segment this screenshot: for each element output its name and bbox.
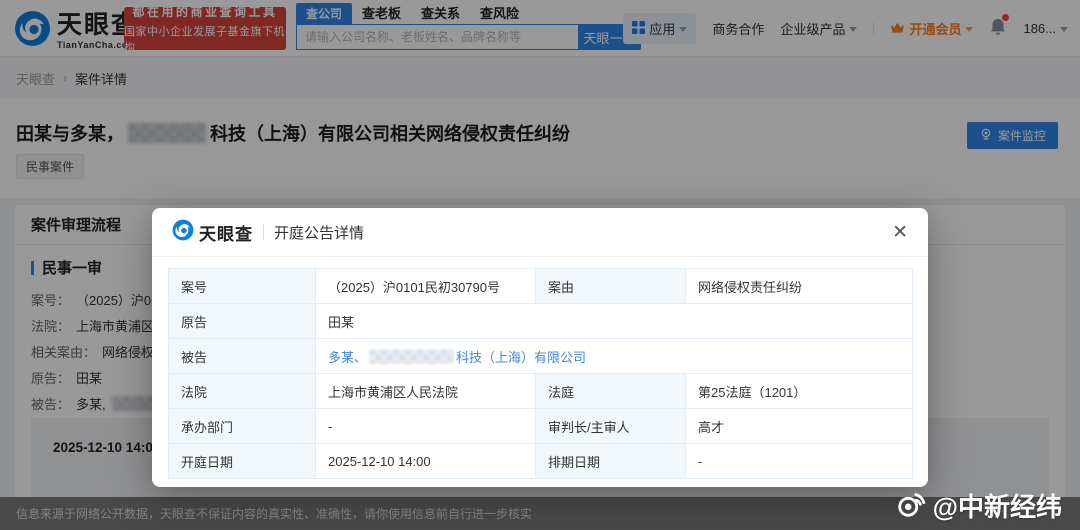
cell-label: 法庭 [536,374,686,409]
watermark-handle: @中新经纬 [933,487,1062,524]
hearing-detail-table: 案号 （2025）沪0101民初30790号 案由 网络侵权责任纠纷 原告 田某… [168,268,913,479]
redacted-company-name [369,349,454,364]
cell-label: 法院 [169,374,316,409]
table-row: 原告 田某 [169,304,913,339]
table-row: 法院 上海市黄浦区人民法院 法庭 第25法庭（1201） [169,374,913,409]
cell-label: 排期日期 [536,444,686,479]
cell-value: 高才 [686,409,913,444]
cell-value: 田某 [316,304,913,339]
defendant-company-link[interactable]: 多某、 科技（上海）有限公司 [328,347,586,366]
modal-header: 天眼查 开庭公告详情 ✕ [152,208,928,257]
hearing-detail-modal: 天眼查 开庭公告详情 ✕ 案号 （2025）沪0101民初30790号 案由 网… [152,208,928,487]
cell-label: 审判长/主审人 [536,409,686,444]
page: 天眼查 TianYanCha.com 都在用的商业查询工具 国家中小企业发展子基… [0,0,1080,530]
cell-value: （2025）沪0101民初30790号 [316,269,536,304]
table-row: 承办部门 - 审判长/主审人 高才 [169,409,913,444]
table-row: 案号 （2025）沪0101民初30790号 案由 网络侵权责任纠纷 [169,269,913,304]
cell-value-defendant: 多某、 科技（上海）有限公司 [316,339,913,374]
table-row: 被告 多某、 科技（上海）有限公司 [169,339,913,374]
cell-label: 案号 [169,269,316,304]
cell-value: - [686,444,913,479]
weibo-watermark: @中新经纬 [895,486,1062,525]
tianyancha-logo-icon [172,219,194,246]
modal-brand-name: 天眼查 [199,220,253,245]
modal-title: 开庭公告详情 [274,222,364,243]
cell-label: 原告 [169,304,316,339]
cell-label: 被告 [169,339,316,374]
close-icon[interactable]: ✕ [892,223,908,242]
header-divider [263,224,264,240]
table-row: 开庭日期 2025-12-10 14:00 排期日期 - [169,444,913,479]
cell-label: 案由 [536,269,686,304]
cell-label: 开庭日期 [169,444,316,479]
cell-value: 第25法庭（1201） [686,374,913,409]
modal-tianyancha-logo: 天眼查 [172,219,253,246]
cell-value: - [316,409,536,444]
cell-label: 承办部门 [169,409,316,444]
cell-value: 上海市黄浦区人民法院 [316,374,536,409]
weibo-icon [895,486,929,525]
cell-value: 2025-12-10 14:00 [316,444,536,479]
cell-value: 网络侵权责任纠纷 [686,269,913,304]
